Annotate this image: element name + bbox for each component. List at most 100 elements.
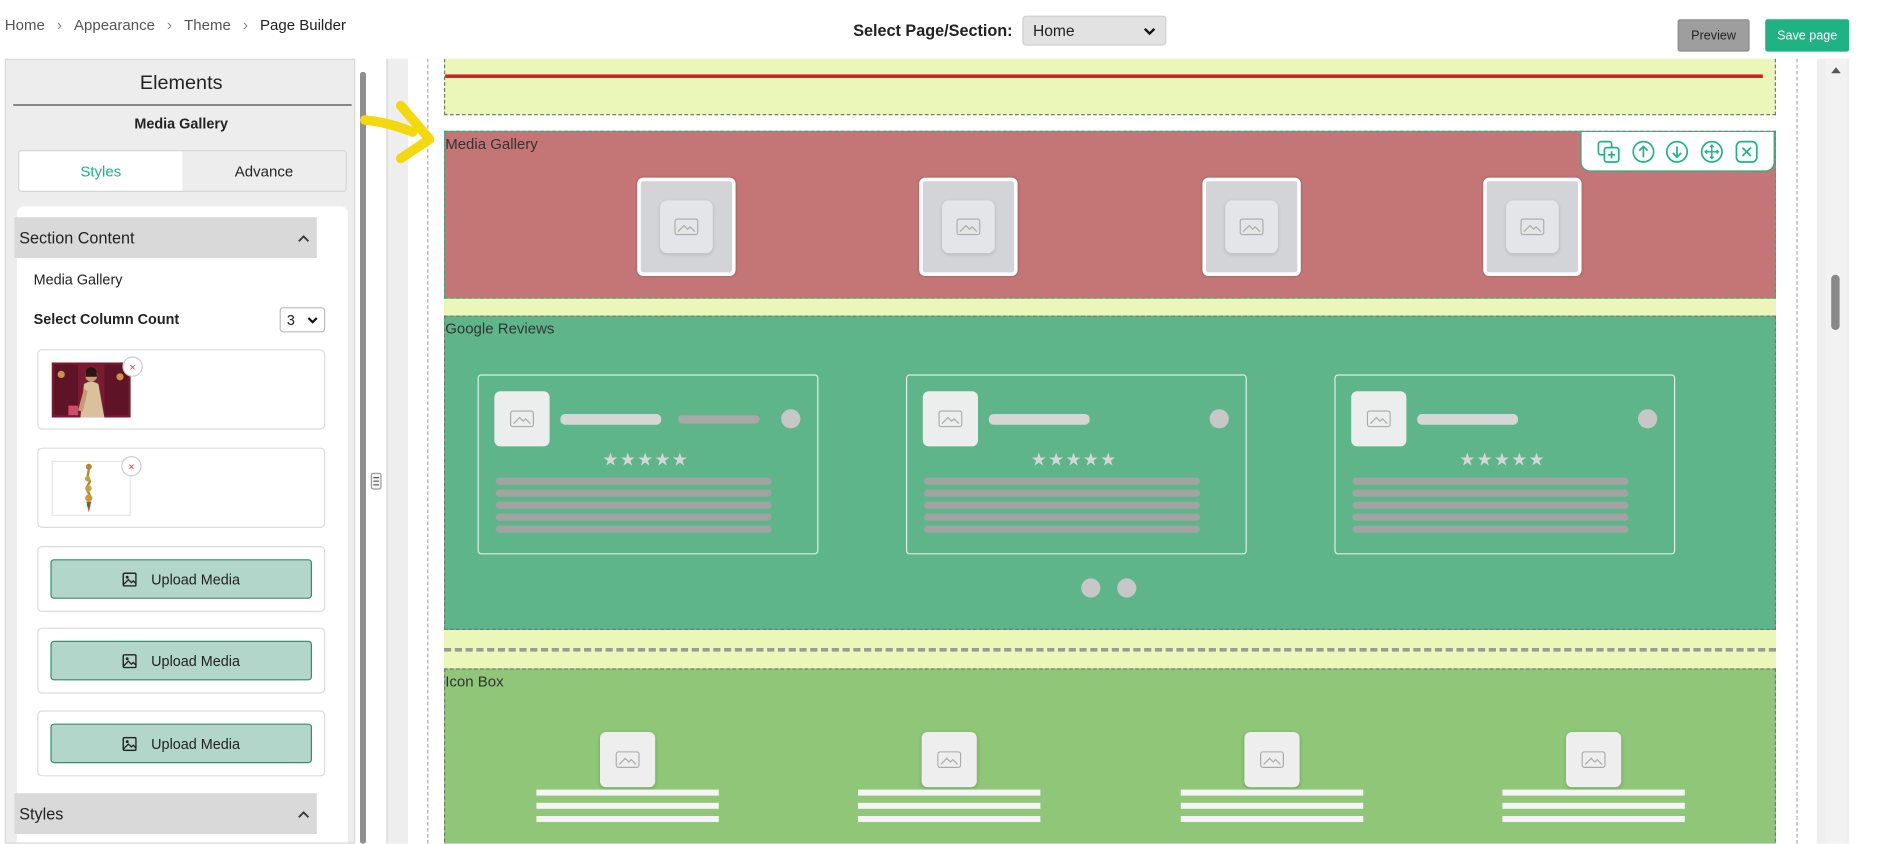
- text-line-placeholder: [1352, 513, 1629, 521]
- review-card-placeholder[interactable]: ★★★★★: [477, 374, 819, 555]
- text-line-placeholder: [495, 489, 772, 497]
- tab-styles[interactable]: Styles: [19, 151, 183, 191]
- gallery-image-placeholder[interactable]: [919, 177, 1018, 276]
- google-logo-placeholder: [781, 409, 801, 429]
- review-card-placeholder[interactable]: ★★★★★: [906, 374, 1247, 555]
- image-placeholder-icon: [674, 218, 699, 236]
- scroll-up-icon[interactable]: [1830, 66, 1842, 74]
- red-divider: [445, 74, 1763, 78]
- move-down-icon[interactable]: [1666, 140, 1689, 163]
- image-icon: [122, 653, 137, 668]
- text-line-placeholder: [495, 501, 772, 509]
- icon-box-image-placeholder[interactable]: [1244, 732, 1300, 788]
- image-placeholder-icon: [1260, 751, 1284, 768]
- image-placeholder-icon: [1366, 410, 1391, 428]
- reviewer-avatar-placeholder: [494, 391, 550, 447]
- text-line-placeholder: [924, 477, 1200, 485]
- duplicate-icon[interactable]: [1597, 140, 1620, 163]
- resize-handle[interactable]: [370, 472, 382, 490]
- text-line-placeholder: [1352, 489, 1629, 497]
- gallery-image-placeholder[interactable]: [1483, 177, 1582, 276]
- media-item: ×: [37, 349, 326, 430]
- text-line-placeholder: [495, 477, 772, 485]
- text-line-placeholder: [1502, 816, 1685, 823]
- chevron-up-icon: [298, 234, 310, 242]
- icon-box-image-placeholder[interactable]: [921, 732, 977, 788]
- upload-slot: Upload Media: [37, 710, 326, 777]
- media-item: ×: [37, 447, 326, 528]
- review-card-placeholder[interactable]: ★★★★★: [1334, 374, 1676, 555]
- text-line-placeholder: [495, 525, 772, 533]
- section-toolbar: [1580, 132, 1775, 172]
- upload-media-label: Upload Media: [151, 570, 241, 588]
- page-guide-left: [427, 58, 429, 844]
- date-placeholder: [678, 415, 760, 424]
- column-count-select[interactable]: 3: [279, 307, 326, 333]
- breadcrumb-home[interactable]: Home: [5, 16, 45, 33]
- media-gallery-label: Media Gallery: [33, 271, 123, 288]
- grip-icon: [373, 477, 380, 486]
- text-line-placeholder: [536, 789, 719, 796]
- icon-box-section[interactable]: Icon Box: [444, 668, 1777, 844]
- remove-media-icon[interactable]: ×: [122, 356, 143, 377]
- upload-slot: Upload Media: [37, 627, 326, 694]
- image-placeholder-icon: [1581, 751, 1606, 768]
- text-line-placeholder: [1502, 789, 1685, 796]
- text-line-placeholder: [924, 525, 1200, 533]
- media-thumbnail-jewelry: [51, 460, 131, 516]
- page-select-dropdown[interactable]: Home: [1022, 15, 1167, 46]
- icon-box-image-placeholder[interactable]: [600, 732, 656, 788]
- page-guide-right: [1796, 58, 1798, 844]
- save-page-button[interactable]: Save page: [1765, 19, 1850, 52]
- reviewer-avatar-placeholder: [922, 391, 979, 447]
- builder-canvas: Media Gallery Google Reviews ★★★★★ ★★★★★…: [386, 58, 1850, 844]
- section-label: Media Gallery: [445, 135, 538, 153]
- text-line-placeholder: [1352, 525, 1629, 533]
- image-placeholder-icon: [956, 218, 981, 236]
- page-select-label: Select Page/Section:: [853, 21, 1013, 40]
- media-gallery-section[interactable]: Media Gallery: [444, 130, 1777, 299]
- name-placeholder: [988, 414, 1090, 425]
- styles-header[interactable]: Styles: [14, 793, 317, 835]
- pointer-arrow-icon: [360, 100, 435, 164]
- carousel-dot[interactable]: [1117, 578, 1137, 598]
- chevron-up-icon: [298, 810, 310, 818]
- move-up-icon[interactable]: [1631, 140, 1655, 163]
- drag-move-icon[interactable]: [1701, 140, 1724, 163]
- tab-advance[interactable]: Advance: [182, 151, 346, 191]
- upload-media-button[interactable]: Upload Media: [50, 559, 313, 599]
- remove-media-icon[interactable]: ×: [121, 456, 142, 477]
- panel-tabs: Styles Advance: [18, 150, 347, 192]
- delete-section-icon[interactable]: [1735, 140, 1758, 163]
- breadcrumb-appearance[interactable]: Appearance: [74, 16, 155, 33]
- spacer-section: [444, 298, 1777, 316]
- upload-media-button[interactable]: Upload Media: [50, 640, 313, 681]
- page-preview: Media Gallery Google Reviews ★★★★★ ★★★★★…: [408, 58, 1817, 844]
- panel-scrollbar[interactable]: [360, 72, 366, 844]
- scrollbar-thumb[interactable]: [1831, 274, 1840, 330]
- image-placeholder-icon: [1239, 218, 1264, 236]
- column-count-label: Select Column Count: [33, 310, 180, 328]
- icon-box-image-placeholder[interactable]: [1566, 732, 1622, 788]
- rating-stars: ★★★★★: [1030, 450, 1118, 471]
- gallery-image-placeholder[interactable]: [1202, 177, 1301, 276]
- google-reviews-section[interactable]: Google Reviews ★★★★★ ★★★★★ ★★★★★: [444, 315, 1777, 630]
- preview-button[interactable]: Preview: [1677, 19, 1750, 52]
- text-line-placeholder: [1502, 802, 1685, 809]
- header-section[interactable]: [444, 58, 1777, 116]
- text-line-placeholder: [1352, 501, 1629, 509]
- panel-divider: [13, 104, 352, 106]
- divider-section[interactable]: [444, 630, 1777, 669]
- breadcrumb-theme[interactable]: Theme: [184, 16, 231, 33]
- google-logo-placeholder: [1209, 409, 1229, 429]
- panel-subtitle: Media Gallery: [134, 115, 229, 132]
- section-content-header[interactable]: Section Content: [14, 217, 317, 258]
- page-section-selector: Select Page/Section: Home: [853, 15, 1167, 46]
- upload-media-button[interactable]: Upload Media: [50, 723, 313, 764]
- gallery-image-placeholder[interactable]: [637, 177, 736, 276]
- canvas-scrollbar[interactable]: [1825, 58, 1847, 844]
- carousel-dot[interactable]: [1081, 578, 1101, 598]
- image-placeholder-icon: [938, 410, 963, 428]
- text-line-placeholder: [858, 802, 1041, 809]
- text-line-placeholder: [1180, 789, 1364, 796]
